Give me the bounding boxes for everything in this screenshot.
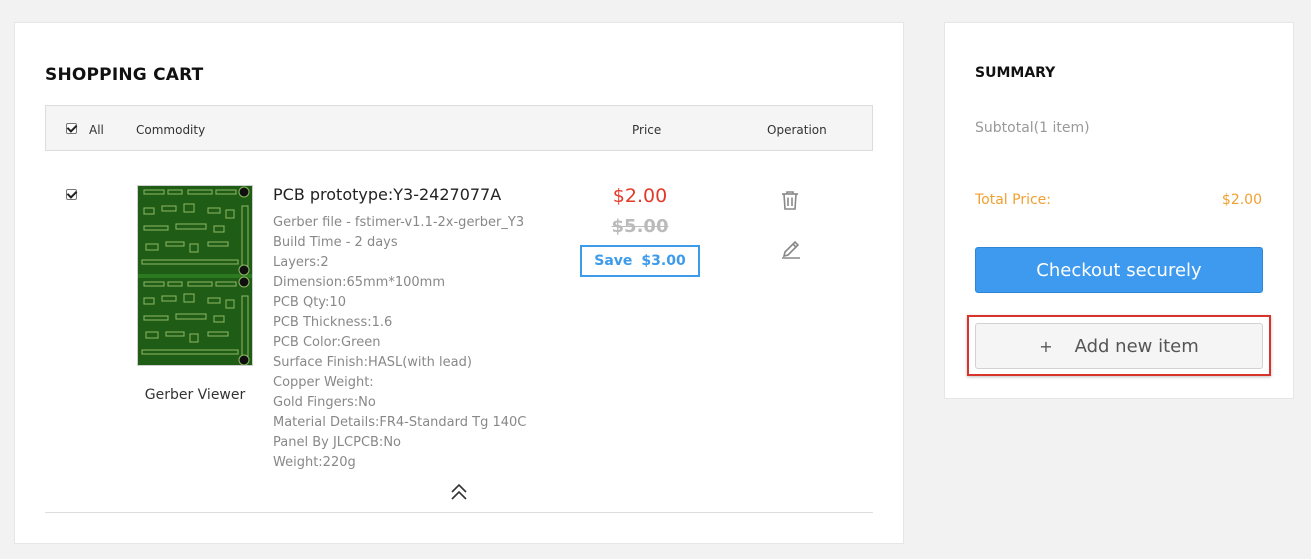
summary-panel: SUMMARY Subtotal(1 item) Total Price: $2… bbox=[944, 22, 1294, 399]
plus-icon: + bbox=[1039, 336, 1053, 356]
spec-pcb-color: PCB Color:Green bbox=[273, 335, 381, 350]
cart-title: SHOPPING CART bbox=[45, 65, 204, 85]
operation-header: Operation bbox=[767, 123, 827, 137]
spec-surface-finish: Surface Finish:HASL(with lead) bbox=[273, 355, 472, 370]
item-price: $2.00 bbox=[612, 185, 668, 207]
spec-pcb-qty: PCB Qty:10 bbox=[273, 295, 346, 310]
item-checkbox[interactable] bbox=[66, 189, 77, 200]
trash-icon[interactable] bbox=[779, 189, 801, 211]
save-amount: $3.00 bbox=[641, 253, 686, 269]
add-new-item-label: Add new item bbox=[1074, 335, 1199, 357]
total-price-value: $2.00 bbox=[1221, 192, 1262, 208]
item-name: PCB prototype:Y3-2427077A bbox=[273, 185, 502, 204]
summary-title: SUMMARY bbox=[975, 65, 1056, 81]
pencil-icon[interactable] bbox=[780, 237, 802, 259]
spec-gerber-file: Gerber file - fstimer-v1.1-2x-gerber_Y3 bbox=[273, 215, 525, 230]
subtotal-label: Subtotal(1 item) bbox=[975, 120, 1090, 136]
select-all-checkbox[interactable] bbox=[66, 123, 77, 134]
save-label: Save bbox=[594, 253, 633, 269]
checkout-button[interactable]: Checkout securely bbox=[975, 247, 1263, 293]
spec-layers: Layers:2 bbox=[273, 255, 329, 270]
spec-dimension: Dimension:65mm*100mm bbox=[273, 275, 445, 290]
spec-panel-by: Panel By JLCPCB:No bbox=[273, 435, 401, 450]
add-new-item-button[interactable]: + Add new item bbox=[975, 323, 1263, 369]
item-original-price: $5.00 bbox=[611, 216, 669, 237]
select-all-label: All bbox=[89, 123, 104, 137]
total-price-label: Total Price: bbox=[975, 192, 1052, 208]
save-badge: Save $3.00 bbox=[580, 245, 700, 277]
pcb-preview-image[interactable] bbox=[137, 185, 253, 366]
spec-pcb-thickness: PCB Thickness:1.6 bbox=[273, 315, 393, 330]
spec-gold-fingers: Gold Fingers:No bbox=[273, 395, 376, 410]
item-spec-list: Gerber file - fstimer-v1.1-2x-gerber_Y3 … bbox=[273, 213, 526, 473]
cart-item-divider bbox=[45, 512, 873, 513]
gerber-viewer-link[interactable]: Gerber Viewer bbox=[137, 387, 253, 403]
cart-table-header: All Commodity Price Operation bbox=[45, 105, 873, 151]
spec-material-details: Material Details:FR4-Standard Tg 140C bbox=[273, 415, 527, 430]
spec-weight: Weight:220g bbox=[273, 455, 356, 470]
cart-panel: SHOPPING CART All Commodity Price Operat… bbox=[14, 22, 904, 544]
double-chevron-up-icon[interactable] bbox=[449, 483, 469, 501]
spec-copper-weight: Copper Weight: bbox=[273, 375, 374, 390]
spec-build-time: Build Time - 2 days bbox=[273, 235, 398, 250]
commodity-header: Commodity bbox=[136, 123, 206, 137]
price-header: Price bbox=[632, 123, 662, 137]
